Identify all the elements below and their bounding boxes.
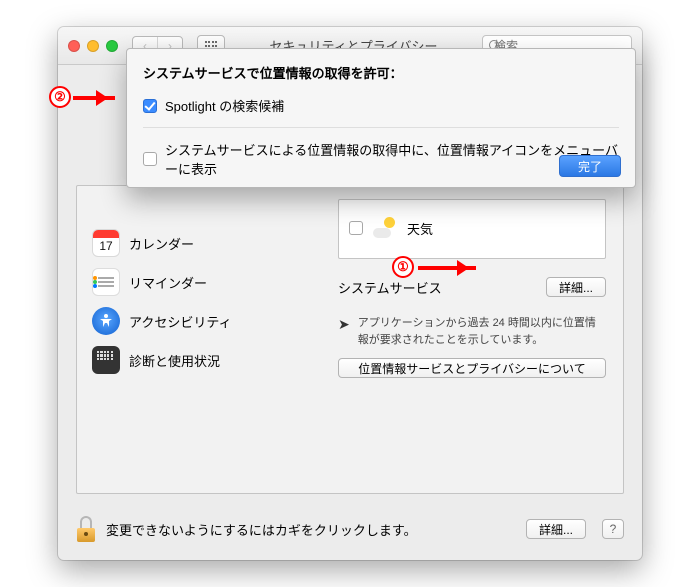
menubar-row: システムサービスによる位置情報の取得中に、位置情報アイコンをメニューバーに表示 (143, 136, 619, 182)
diagnostics-icon (92, 346, 120, 374)
label: Spotlight の検索候補 (165, 96, 284, 115)
privacy-app-list: 17 カレンダー リマインダー アクセシビリティ (92, 229, 292, 374)
accessibility-icon (92, 307, 120, 335)
label: リマインダー (129, 273, 207, 292)
minimize-button[interactable] (87, 40, 99, 52)
label: 診断と使用状況 (129, 351, 220, 370)
calendar-day: 17 (99, 239, 112, 253)
label: アクセシビリティ (129, 312, 232, 331)
label: システムサービス (338, 278, 442, 297)
list-item-reminders[interactable]: リマインダー (92, 268, 292, 296)
label: カレンダー (129, 234, 194, 253)
close-button[interactable] (68, 40, 80, 52)
help-button[interactable]: ? (602, 519, 624, 539)
services-box: 天気 (338, 199, 606, 259)
done-button[interactable]: 完了 (559, 155, 621, 177)
divider (143, 127, 619, 128)
details-button[interactable]: 詳細... (546, 277, 606, 297)
menubar-checkbox[interactable] (143, 152, 157, 166)
weather-checkbox[interactable] (349, 221, 363, 235)
system-services-sheet: システムサービスで位置情報の取得を許可： Spotlight の検索候補 システ… (126, 48, 636, 188)
system-services-row: システムサービス 詳細... (338, 277, 606, 297)
reminders-icon (92, 268, 120, 296)
location-icon: ➤ (338, 314, 350, 347)
calendar-icon: 17 (92, 229, 120, 257)
annotation-marker-2: ② (49, 86, 71, 108)
weather-icon (373, 216, 397, 240)
zoom-button[interactable] (106, 40, 118, 52)
lock-icon[interactable] (76, 516, 96, 542)
location-note: ➤ アプリケーションから過去 24 時間以内に位置情報が要求されたことを示してい… (338, 315, 606, 348)
sheet-heading: システムサービスで位置情報の取得を許可： (143, 63, 619, 82)
privacy-about-button[interactable]: 位置情報サービスとプライバシーについて (338, 358, 606, 378)
lock-text: 変更できないようにするにはカギをクリックします。 (106, 520, 516, 539)
window-controls (68, 40, 118, 52)
note-text: アプリケーションから過去 24 時間以内に位置情報が要求されたことを示しています… (358, 315, 606, 348)
advanced-button[interactable]: 詳細... (526, 519, 586, 539)
list-item-calendar[interactable]: 17 カレンダー (92, 229, 292, 257)
right-pane: 天気 システムサービス 詳細... ➤ アプリケーションから過去 24 時間以内… (338, 199, 606, 378)
spotlight-row: Spotlight の検索候補 (143, 92, 619, 119)
label: 天気 (407, 219, 433, 238)
annotation-arrow-1 (418, 266, 476, 270)
list-item-accessibility[interactable]: アクセシビリティ (92, 307, 292, 335)
annotation-marker-1: ① (392, 256, 414, 278)
annotation-arrow-2 (73, 96, 115, 100)
preferences-window: ‹ › セキュリティとプライバシー 17 カレンダー (58, 27, 642, 560)
spotlight-checkbox[interactable] (143, 99, 157, 113)
weather-row: 天気 (349, 210, 595, 246)
footer: 変更できないようにするにはカギをクリックします。 詳細... ? (76, 512, 624, 546)
list-item-diagnostics[interactable]: 診断と使用状況 (92, 346, 292, 374)
label: システムサービスによる位置情報の取得中に、位置情報アイコンをメニューバーに表示 (165, 140, 619, 178)
